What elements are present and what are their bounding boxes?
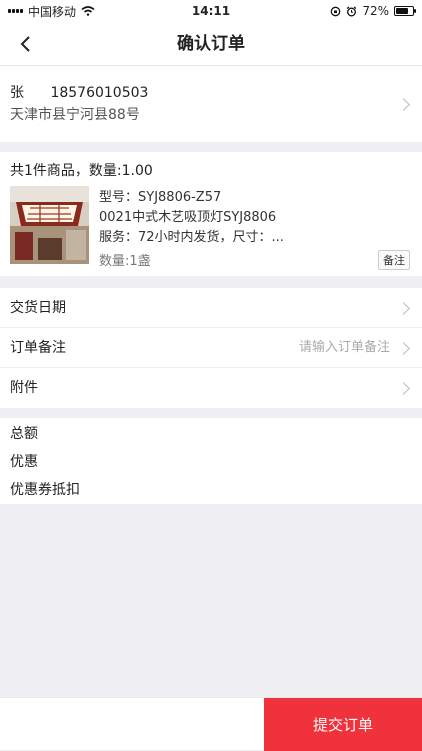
battery-icon (394, 6, 416, 16)
status-bar: 中国移动 14:11 72% (0, 0, 422, 22)
back-button[interactable] (10, 28, 40, 60)
product-name: 0021中式木艺吸顶灯SYJ8806 (99, 210, 277, 225)
product-model: 型号：SYJ8806-Z57 (99, 190, 222, 205)
total-label: 总额 (10, 426, 38, 442)
nav-bar: 确认订单 (0, 22, 422, 66)
page-title: 确认订单 (177, 34, 245, 54)
address-card[interactable]: 张 18576010503 天津市县宁河县88号 (0, 66, 422, 142)
product-service: 服务：72小时内发货，尺寸：... (99, 230, 284, 245)
totals-card: 总额 优惠 优惠券抵扣 (0, 418, 422, 504)
signal-icon (8, 9, 23, 13)
attachment-row[interactable]: 附件 (0, 368, 422, 408)
bottom-bar: 提交订单 (0, 697, 422, 751)
order-note-label: 订单备注 (10, 340, 66, 356)
order-options: 交货日期 订单备注 请输入订单备注 附件 (0, 288, 422, 408)
address-contact: 张 18576010503 (10, 82, 148, 102)
address-detail: 天津市县宁河县88号 (10, 107, 140, 123)
ceiling-lamp-image (10, 186, 89, 264)
chevron-right-icon (397, 98, 410, 111)
rotation-lock-icon (330, 6, 341, 16)
battery-percent: 72% (362, 4, 389, 18)
recipient-phone: 18576010503 (50, 85, 149, 101)
chevron-right-icon (397, 342, 410, 355)
chevron-left-icon (20, 36, 30, 52)
discount-label: 优惠 (10, 454, 38, 470)
chevron-right-icon (397, 302, 410, 315)
status-left: 中国移动 (8, 3, 95, 20)
product-image[interactable] (10, 186, 89, 264)
status-right: 72% (330, 4, 416, 18)
carrier-label: 中国移动 (28, 4, 77, 19)
submit-order-button[interactable]: 提交订单 (264, 698, 422, 751)
order-note-row[interactable]: 订单备注 请输入订单备注 (0, 328, 422, 368)
chevron-right-icon (397, 382, 410, 395)
product-quantity: 数量:1盏 (99, 254, 151, 269)
recipient-name: 张 (10, 85, 24, 101)
attachment-label: 附件 (10, 380, 38, 396)
delivery-date-label: 交货日期 (10, 300, 66, 316)
delivery-date-row[interactable]: 交货日期 (0, 288, 422, 328)
alarm-icon (346, 6, 357, 16)
coupon-label: 优惠券抵扣 (10, 482, 80, 498)
goods-card: 共1件商品，数量:1.00 型号：SYJ8806-Z57 0021中式木艺吸顶灯… (0, 152, 422, 276)
wifi-icon (81, 6, 95, 16)
order-note-input[interactable]: 请输入订单备注 (299, 328, 390, 368)
goods-summary: 共1件商品，数量:1.00 (10, 163, 153, 179)
product-info: 型号：SYJ8806-Z57 0021中式木艺吸顶灯SYJ8806 服务：72小… (99, 188, 284, 248)
note-button[interactable]: 备注 (378, 250, 410, 270)
